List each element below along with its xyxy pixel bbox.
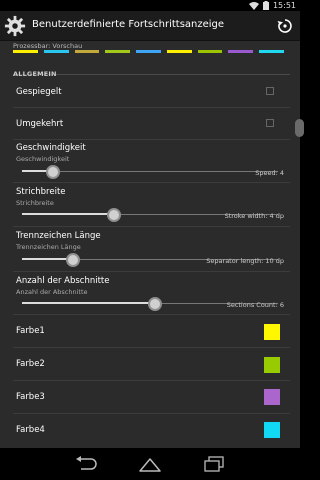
setting-stroke-width[interactable]: Strichbreite Strichbreite Stroke width: … bbox=[0, 183, 300, 227]
separator-value: Separator length: 10 dp bbox=[206, 257, 284, 265]
navigation-bar bbox=[0, 448, 300, 480]
color-1-label: Farbe1 bbox=[16, 326, 45, 336]
setting-sections-count[interactable]: Anzahl der Abschnitte Anzahl der Abschni… bbox=[0, 272, 300, 315]
color-2-swatch[interactable] bbox=[264, 357, 280, 373]
preview-segment bbox=[136, 50, 161, 53]
section-header: ALLGEMEIN bbox=[13, 61, 290, 78]
speed-summary: Geschwindigkeit bbox=[16, 155, 70, 163]
back-icon[interactable] bbox=[74, 456, 98, 472]
reversed-label: Umgekehrt bbox=[16, 119, 64, 129]
setting-color-3[interactable]: Farbe3 bbox=[0, 381, 300, 414]
progress-preview bbox=[13, 50, 290, 53]
setting-mirrored[interactable]: Gespiegelt bbox=[0, 76, 300, 108]
preview-segment bbox=[74, 50, 100, 53]
wifi-icon bbox=[248, 1, 259, 10]
reversed-checkbox[interactable] bbox=[266, 119, 274, 127]
color-3-label: Farbe3 bbox=[16, 392, 45, 402]
color-4-label: Farbe4 bbox=[16, 425, 45, 435]
home-icon[interactable] bbox=[138, 456, 162, 472]
color-1-swatch[interactable] bbox=[264, 324, 280, 340]
preview-segment bbox=[228, 50, 254, 53]
stroke-summary: Strichbreite bbox=[16, 199, 54, 207]
recent-apps-icon[interactable] bbox=[202, 456, 226, 472]
color-4-swatch[interactable] bbox=[264, 422, 280, 438]
preview-segment bbox=[259, 50, 285, 53]
slider-thumb[interactable] bbox=[148, 297, 162, 311]
preview-label: Prozessbar: Vorschau bbox=[13, 42, 83, 50]
stroke-label: Strichbreite bbox=[16, 187, 66, 197]
slider-track bbox=[22, 171, 278, 172]
status-bar: 15:51 bbox=[0, 0, 300, 11]
setting-color-4[interactable]: Farbe4 bbox=[0, 414, 300, 447]
preview-segment bbox=[105, 50, 131, 53]
mirrored-checkbox[interactable] bbox=[266, 87, 274, 95]
status-icons: 15:51 bbox=[248, 0, 296, 11]
separator-summary: Trennzeichen Länge bbox=[16, 243, 81, 251]
slider-fill bbox=[22, 213, 114, 215]
battery-icon bbox=[262, 1, 269, 10]
setting-color-2[interactable]: Farbe2 bbox=[0, 348, 300, 381]
speed-slider[interactable] bbox=[22, 165, 278, 179]
clock: 15:51 bbox=[272, 1, 296, 10]
action-bar: Benutzerdefinierte Fortschrittsanzeige bbox=[0, 11, 300, 41]
slider-thumb[interactable] bbox=[107, 208, 121, 222]
stroke-value: Stroke width: 4 dp bbox=[224, 212, 284, 220]
setting-color-1[interactable]: Farbe1 bbox=[0, 315, 300, 348]
separator-label: Trennzeichen Länge bbox=[16, 231, 101, 241]
preview-segment bbox=[43, 50, 69, 53]
mirrored-label: Gespiegelt bbox=[16, 87, 62, 97]
speed-value: Speed: 4 bbox=[255, 169, 284, 177]
reset-icon[interactable] bbox=[276, 17, 294, 35]
preview-segment bbox=[13, 50, 38, 53]
slider-thumb[interactable] bbox=[66, 253, 80, 267]
slider-thumb[interactable] bbox=[46, 165, 60, 179]
setting-separator-length[interactable]: Trennzeichen Länge Trennzeichen Länge Se… bbox=[0, 227, 300, 272]
slider-fill bbox=[22, 302, 155, 304]
color-2-label: Farbe2 bbox=[16, 359, 45, 369]
gear-icon[interactable] bbox=[4, 15, 26, 37]
color-3-swatch[interactable] bbox=[264, 389, 280, 405]
sections-value: Sections Count: 6 bbox=[226, 301, 284, 309]
setting-reversed[interactable]: Umgekehrt bbox=[0, 108, 300, 140]
speed-label: Geschwindigkeit bbox=[16, 143, 86, 153]
sections-summary: Anzahl der Abschnitte bbox=[16, 288, 88, 296]
sections-label: Anzahl der Abschnitte bbox=[16, 276, 110, 286]
screen: 15:51 Benutzerdefinierte Fortschrittsanz… bbox=[0, 0, 304, 480]
side-drawer-handle[interactable] bbox=[295, 119, 304, 137]
preview-segment bbox=[166, 50, 192, 53]
page-title: Benutzerdefinierte Fortschrittsanzeige bbox=[32, 19, 225, 30]
preview-segment bbox=[197, 50, 223, 53]
setting-speed[interactable]: Geschwindigkeit Geschwindigkeit Speed: 4 bbox=[0, 140, 300, 183]
